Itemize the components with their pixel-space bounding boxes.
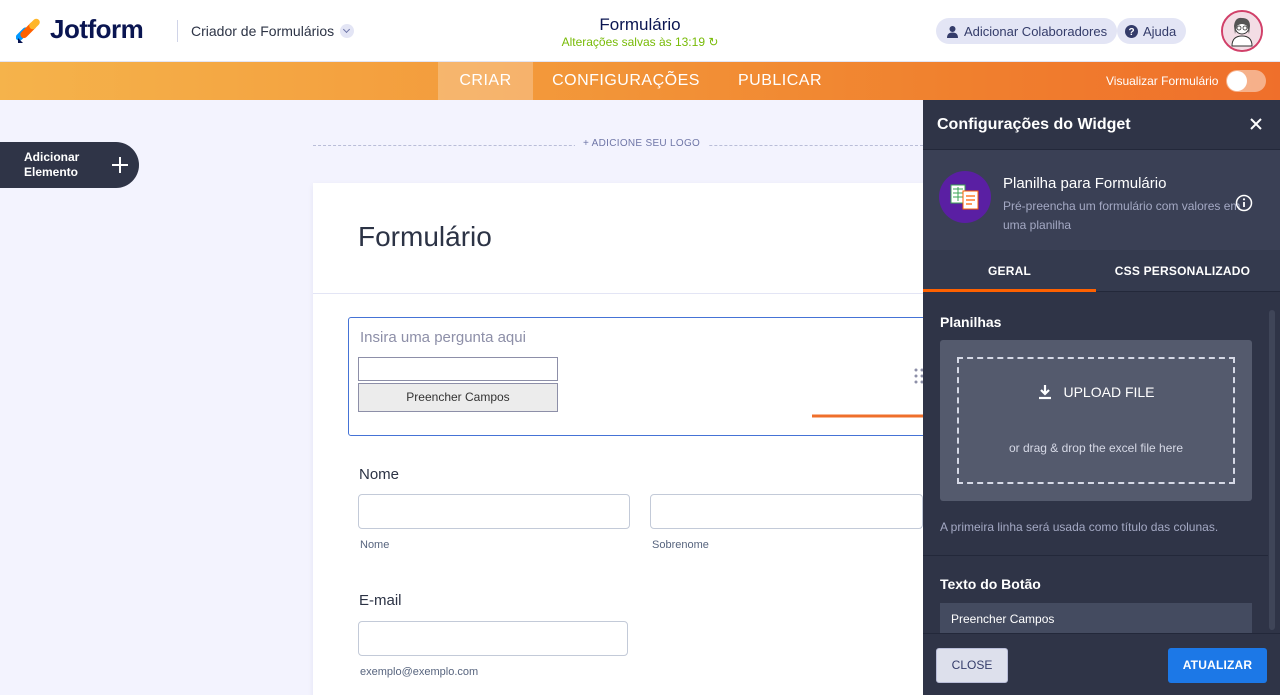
widget-name: Planilha para Formulário xyxy=(1003,175,1167,192)
header-divider xyxy=(177,20,178,42)
nav-bar: CRIAR CONFIGURAÇÕES PUBLICAR Visualizar … xyxy=(0,62,1280,100)
button-text-label: Texto do Botão xyxy=(940,576,1041,592)
avatar-image xyxy=(1223,12,1261,50)
form-title[interactable]: Formulário xyxy=(540,15,740,35)
upload-file-button[interactable]: UPLOAD FILE xyxy=(940,384,1252,400)
chevron-down-icon xyxy=(340,24,355,38)
builder-label: Criador de Formulários xyxy=(191,23,335,39)
widget-settings-panel: Configurações do Widget Planilha para Fo… xyxy=(923,100,1280,695)
upload-dashed-border xyxy=(957,357,1235,484)
first-row-hint: A primeira linha será usada como título … xyxy=(940,520,1219,534)
fill-fields-button[interactable]: Preencher Campos xyxy=(358,383,558,412)
saved-status: Alterações salvas às 13:19 ↻ xyxy=(540,35,740,49)
tab-geral[interactable]: GERAL xyxy=(923,250,1096,292)
panel-header: Configurações do Widget xyxy=(923,100,1280,150)
tab-criar[interactable]: CRIAR xyxy=(438,62,533,100)
update-button[interactable]: ATUALIZAR xyxy=(1168,648,1267,683)
first-name-sublabel: Nome xyxy=(360,539,390,551)
builder-dropdown[interactable]: Criador de Formulários xyxy=(191,23,355,39)
last-name-input[interactable] xyxy=(650,494,923,529)
last-name-sublabel: Sobrenome xyxy=(652,539,709,551)
first-name-input[interactable] xyxy=(358,494,630,529)
add-collaborators-label: Adicionar Colaboradores xyxy=(964,23,1108,39)
close-icon[interactable] xyxy=(1249,117,1263,131)
form-heading[interactable]: Formulário xyxy=(358,221,492,253)
question-placeholder[interactable]: Insira uma pergunta aqui xyxy=(360,329,526,346)
plus-icon xyxy=(112,157,128,173)
jotform-logo[interactable]: Jotform xyxy=(16,14,144,45)
panel-scrollbar[interactable] xyxy=(1269,310,1275,630)
email-input[interactable] xyxy=(358,621,628,656)
user-icon xyxy=(946,25,959,38)
tab-css-personalizado[interactable]: CSS PERSONALIZADO xyxy=(1096,250,1269,292)
drag-drop-hint: or drag & drop the excel file here xyxy=(1008,441,1184,455)
panel-divider xyxy=(923,555,1268,556)
button-text-input[interactable]: Preencher Campos xyxy=(940,603,1252,635)
upload-file-label: UPLOAD FILE xyxy=(1063,384,1155,400)
top-bar: Jotform Criador de Formulários Formulári… xyxy=(0,0,1280,62)
help-icon: ? xyxy=(1125,24,1138,38)
sheets-label: Planilhas xyxy=(940,314,1002,330)
avatar[interactable] xyxy=(1221,10,1263,52)
preview-toggle[interactable] xyxy=(1226,70,1266,92)
add-logo-button[interactable]: + ADICIONE SEU LOGO xyxy=(575,138,709,149)
saved-status-text: Alterações salvas às 13:19 xyxy=(561,35,705,49)
upload-dropzone[interactable]: UPLOAD FILE or drag & drop the excel fil… xyxy=(940,340,1252,501)
widget-input[interactable] xyxy=(358,357,558,381)
preview-label: Visualizar Formulário xyxy=(1106,74,1219,88)
info-icon[interactable] xyxy=(1235,194,1253,212)
email-sublabel: exemplo@exemplo.com xyxy=(360,666,479,678)
svg-text:?: ? xyxy=(1128,27,1134,38)
form-card: Formulário Insira uma pergunta aqui Pree… xyxy=(313,183,928,695)
close-button[interactable]: CLOSE xyxy=(936,648,1008,683)
panel-footer: CLOSE ATUALIZAR xyxy=(923,633,1280,695)
panel-title: Configurações do Widget xyxy=(937,116,1131,133)
help-label: Ajuda xyxy=(1143,23,1177,39)
help-button[interactable]: ? Ajuda xyxy=(1117,18,1187,44)
form-heading-divider xyxy=(313,293,923,294)
email-label: E-mail xyxy=(359,592,402,609)
add-collaborators-button[interactable]: Adicionar Colaboradores xyxy=(936,18,1118,44)
name-label: Nome xyxy=(359,466,400,483)
tab-publicar[interactable]: PUBLICAR xyxy=(726,62,834,100)
spreadsheet-widget-icon xyxy=(939,171,991,223)
refresh-icon: ↻ xyxy=(708,35,719,49)
tab-configuracoes[interactable]: CONFIGURAÇÕES xyxy=(540,62,712,100)
logo-text: Jotform xyxy=(50,14,144,44)
widget-info: Planilha para Formulário Pré-preencha um… xyxy=(923,150,1280,250)
add-element-button[interactable]: Adicionar Elemento xyxy=(0,142,139,188)
download-icon xyxy=(1039,385,1052,400)
jotform-logo-icon xyxy=(16,18,40,43)
panel-tabs: GERAL CSS PERSONALIZADO xyxy=(923,250,1280,292)
widget-description: Pré-preencha um formulário com valores e… xyxy=(1003,199,1241,232)
